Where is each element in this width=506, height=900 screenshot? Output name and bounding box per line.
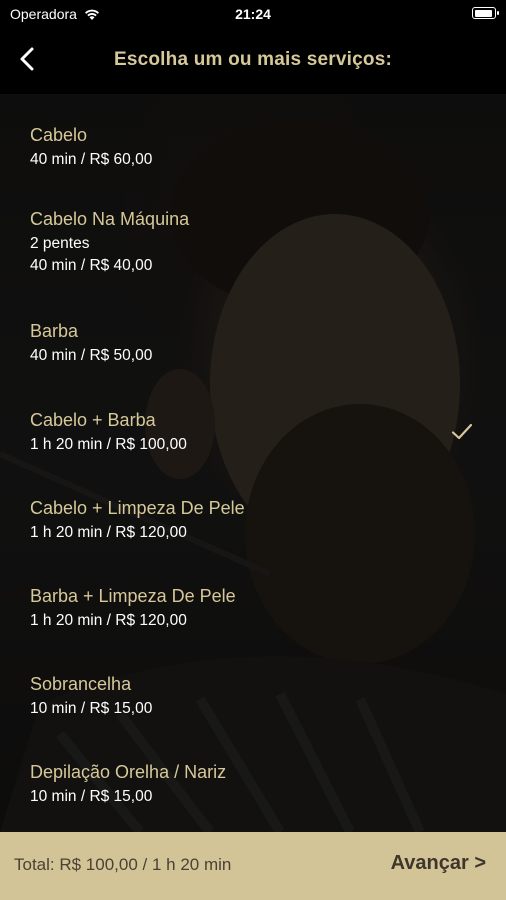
- service-name: Sobrancelha: [30, 674, 132, 694]
- service-detail: 1 h 20 min / R$ 100,00: [30, 436, 187, 453]
- service-detail: 10 min / R$ 15,00: [30, 700, 153, 717]
- checkmark-icon: [451, 423, 473, 440]
- service-detail: 1 h 20 min / R$ 120,00: [30, 612, 187, 629]
- service-item-selected[interactable]: Cabelo + Barba 1 h 20 min / R$ 100,00: [0, 407, 506, 465]
- service-item[interactable]: Depilação Orelha / Nariz 10 min / R$ 15,…: [0, 759, 506, 817]
- service-detail: 40 min / R$ 50,00: [30, 347, 153, 364]
- status-bar: Operadora 21:24: [0, 0, 506, 28]
- service-name: Barba: [30, 321, 79, 341]
- service-name: Barba + Limpeza De Pele: [30, 586, 236, 606]
- service-detail: 40 min / R$ 40,00: [30, 257, 153, 274]
- service-name: Depilação Orelha / Nariz: [30, 762, 227, 782]
- footer-bar: Total: R$ 100,00 / 1 h 20 min Avançar >: [0, 832, 506, 900]
- service-name: Cabelo: [30, 125, 88, 145]
- service-detail: 40 min / R$ 60,00: [30, 151, 153, 168]
- service-list[interactable]: Cabelo 40 min / R$ 60,00 Cabelo Na Máqui…: [0, 94, 506, 832]
- service-item[interactable]: Cabelo Na Máquina 2 pentes 40 min / R$ 4…: [0, 206, 506, 286]
- service-item[interactable]: Cabelo + Limpeza De Pele 1 h 20 min / R$…: [0, 495, 506, 553]
- next-button[interactable]: Avançar >: [391, 852, 486, 875]
- service-name: Cabelo Na Máquina: [30, 209, 190, 229]
- total-summary: Total: R$ 100,00 / 1 h 20 min: [14, 855, 232, 874]
- service-name: Cabelo + Barba: [30, 410, 156, 430]
- service-extra: 2 pentes: [30, 235, 90, 252]
- service-name: Cabelo + Limpeza De Pele: [30, 498, 245, 518]
- service-item[interactable]: Sobrancelha 10 min / R$ 15,00: [0, 671, 506, 729]
- service-item[interactable]: Barba 40 min / R$ 50,00: [0, 318, 506, 376]
- service-detail: 1 h 20 min / R$ 120,00: [30, 524, 187, 541]
- battery-icon: [472, 7, 499, 19]
- nav-bar: Escolha um ou mais serviços:: [0, 28, 506, 94]
- page-title: Escolha um ou mais serviços:: [113, 49, 393, 70]
- service-detail: 10 min / R$ 15,00: [30, 788, 153, 805]
- service-item[interactable]: Barba + Limpeza De Pele 1 h 20 min / R$ …: [0, 583, 506, 641]
- clock: 21:24: [235, 6, 271, 22]
- service-item[interactable]: Cabelo 40 min / R$ 60,00: [0, 122, 506, 180]
